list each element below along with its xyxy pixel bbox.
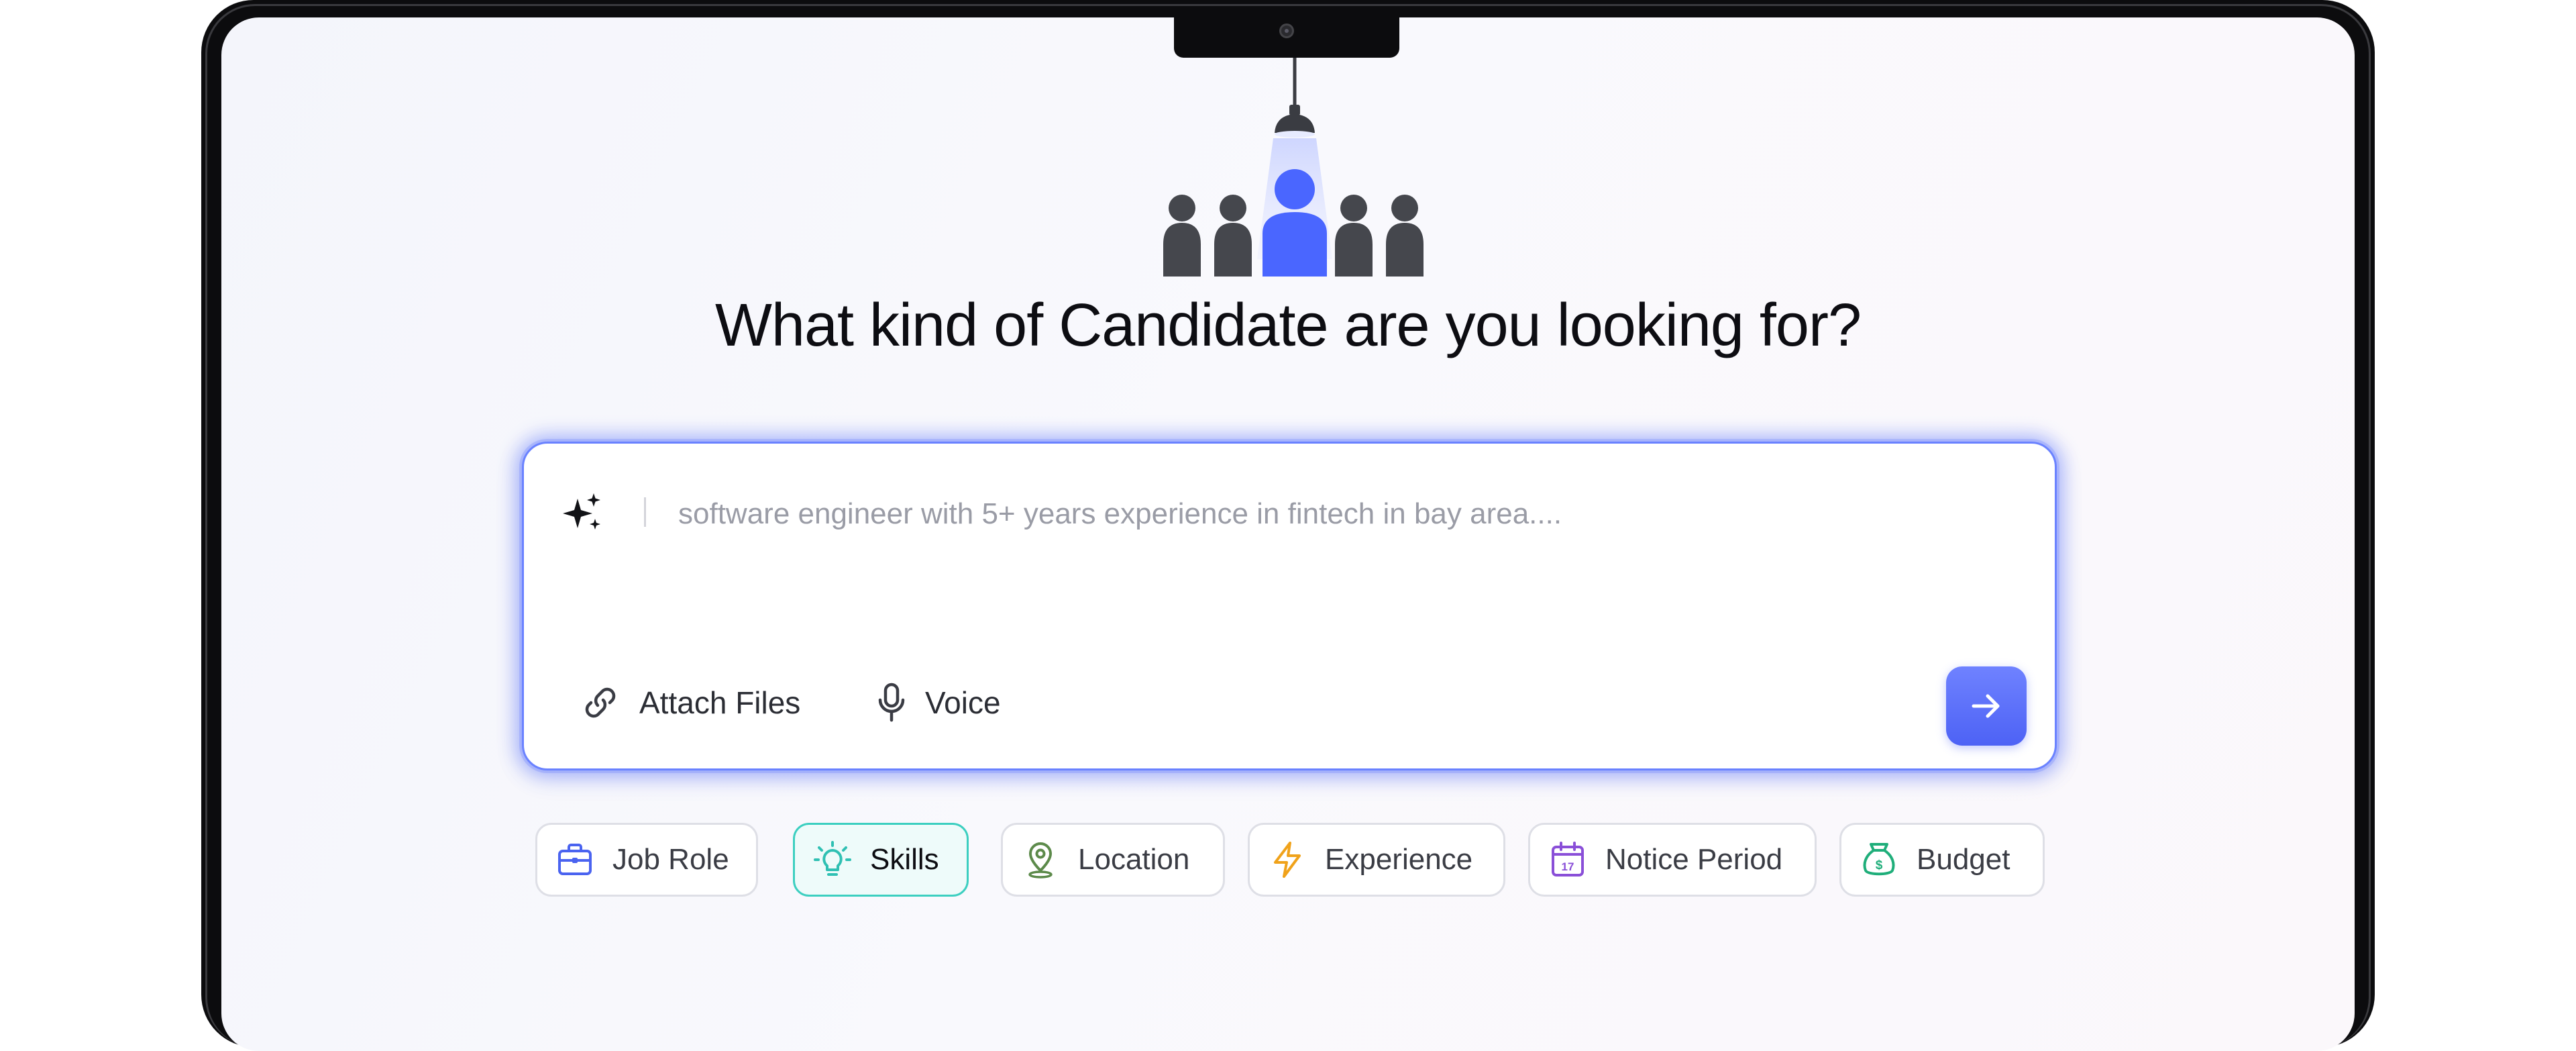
- voice-button[interactable]: Voice: [877, 676, 1001, 730]
- filter-chip-experience[interactable]: Experience: [1248, 823, 1505, 897]
- screen: What kind of Candidate are you looking f…: [221, 17, 2355, 1051]
- person-icon: [1163, 195, 1201, 277]
- link-icon: [585, 687, 616, 718]
- sparkle-icon: [563, 493, 600, 530]
- filter-chip-label: Budget: [1917, 843, 2010, 876]
- arrow-right-icon: [1972, 694, 2000, 718]
- people-group-icon: [1163, 169, 1424, 277]
- candidate-search-input[interactable]: [678, 491, 1993, 538]
- calendar-icon: 17: [1552, 842, 1584, 877]
- lightbulb-icon: [814, 841, 851, 876]
- page-title: What kind of Candidate are you looking f…: [714, 292, 1862, 359]
- filter-chip-location[interactable]: Location: [1001, 823, 1225, 897]
- attach-files-button[interactable]: Attach Files: [580, 676, 800, 730]
- svg-text:$: $: [1876, 858, 1883, 872]
- money-bag-icon: $: [1863, 843, 1895, 876]
- filter-chip-notice-period[interactable]: 17 Notice Period: [1528, 823, 1817, 897]
- svg-text:17: 17: [1562, 860, 1574, 873]
- person-icon: [1386, 195, 1424, 277]
- filter-chip-label: Job Role: [612, 843, 729, 876]
- camera-icon: [1279, 23, 1294, 38]
- filter-chip-budget[interactable]: $ Budget: [1839, 823, 2045, 897]
- filter-chip-label: Experience: [1325, 843, 1473, 876]
- filter-chip-label: Skills: [870, 843, 939, 876]
- lamp-icon: [1275, 58, 1315, 138]
- filter-chip-skills[interactable]: Skills: [793, 823, 969, 897]
- submit-search-button[interactable]: [1946, 666, 2027, 746]
- laptop-frame: What kind of Candidate are you looking f…: [201, 0, 2375, 1051]
- filter-chip-label: Location: [1078, 843, 1190, 876]
- microphone-icon: [878, 683, 905, 722]
- text-cursor: [644, 497, 646, 527]
- attach-files-label: Attach Files: [639, 685, 801, 720]
- camera-notch: [1174, 17, 1399, 58]
- candidate-spotlight-illustration: [1163, 58, 1424, 277]
- person-icon: [1335, 195, 1373, 277]
- person-icon: [1214, 195, 1252, 277]
- filter-chip-job-role[interactable]: Job Role: [535, 823, 758, 897]
- location-pin-icon: [1028, 842, 1053, 879]
- search-card: Attach Files Voice: [522, 442, 2057, 770]
- voice-label: Voice: [925, 685, 1001, 720]
- lightning-icon: [1274, 842, 1301, 878]
- briefcase-icon: [558, 844, 592, 875]
- filter-chip-label: Notice Period: [1605, 843, 1783, 876]
